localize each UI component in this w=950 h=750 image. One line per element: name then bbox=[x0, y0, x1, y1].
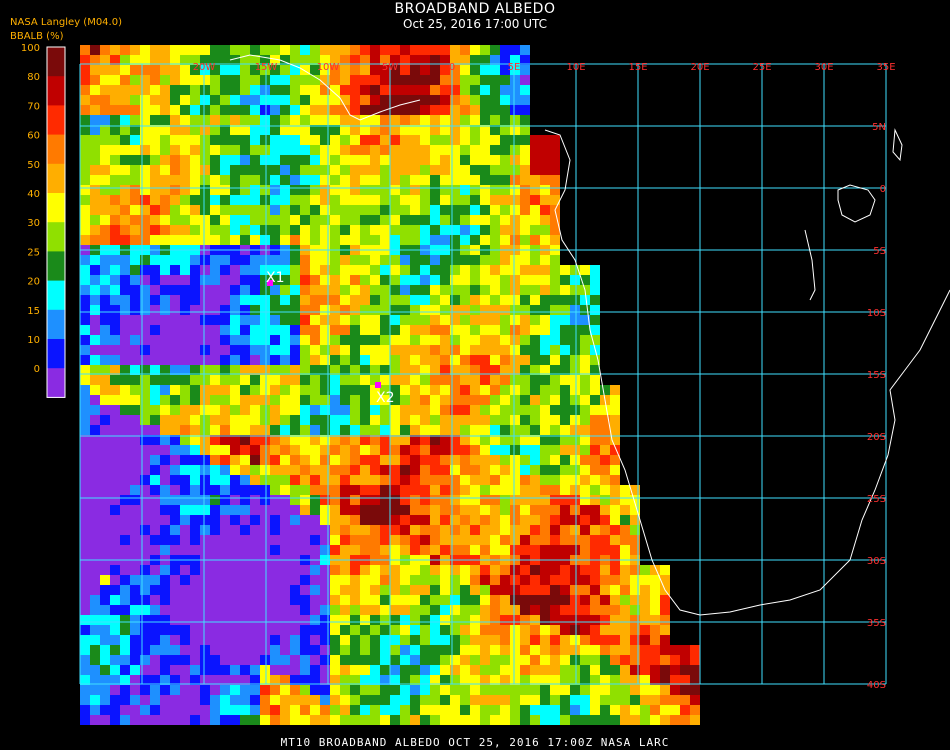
lon-label: 5E bbox=[508, 62, 521, 73]
lon-label: 10E bbox=[566, 62, 585, 73]
lat-label: 5N bbox=[872, 122, 886, 133]
marker-label: X1 bbox=[266, 270, 285, 286]
lon-label: 25E bbox=[752, 62, 771, 73]
lat-label: 0 bbox=[880, 184, 886, 195]
lat-label: 30S bbox=[867, 556, 886, 567]
lat-label: 10S bbox=[867, 308, 886, 319]
colorbar-swatch bbox=[47, 105, 65, 136]
colorbar-swatch bbox=[47, 309, 65, 340]
colorbar-swatch bbox=[47, 134, 65, 165]
colorbar-tick: 20 bbox=[27, 277, 40, 288]
colorbar-tick: 10 bbox=[27, 335, 40, 346]
colorbar-swatch bbox=[47, 76, 65, 106]
lat-label: 20S bbox=[867, 432, 886, 443]
colorbar-swatch bbox=[47, 47, 65, 77]
colorbar-swatch bbox=[47, 280, 65, 311]
colorbar-tick: 80 bbox=[27, 72, 40, 83]
colorbar-swatch bbox=[47, 251, 65, 282]
colorbar-tick: 30 bbox=[27, 218, 40, 229]
lon-label: 0 bbox=[449, 62, 455, 73]
colorbar-tick: 25 bbox=[27, 247, 40, 258]
colorbar-swatch bbox=[47, 222, 65, 252]
colorbar: 100807060504030252015100 bbox=[21, 43, 66, 398]
lat-label: 5S bbox=[873, 246, 886, 257]
lon-label: 15E bbox=[628, 62, 647, 73]
lon-label: 15W bbox=[255, 62, 278, 73]
lat-label: 35S bbox=[867, 618, 886, 629]
colorbar-swatch bbox=[47, 368, 65, 398]
lat-label: 25S bbox=[867, 494, 886, 505]
lon-label: 35E bbox=[876, 62, 895, 73]
marker-square bbox=[375, 382, 381, 388]
albedo-map: 20W 15W 10W 5W 0 5E 10E 15E 20E 25E 30E 35E 5N 0 5S 10S… bbox=[21, 43, 950, 725]
colorbar-tick: 0 bbox=[34, 364, 40, 375]
lon-label: 5W bbox=[382, 62, 398, 73]
lon-label: 10W bbox=[317, 62, 340, 73]
colorbar-swatch bbox=[47, 163, 65, 194]
colorbar-tick: 100 bbox=[21, 43, 40, 54]
colorbar-swatch bbox=[47, 193, 65, 223]
lat-label: 40S bbox=[867, 680, 886, 691]
lat-label: 15S bbox=[867, 370, 886, 381]
colorbar-tick: 15 bbox=[27, 306, 40, 317]
colorbar-swatch bbox=[47, 339, 65, 369]
colorbar-tick: 60 bbox=[27, 131, 40, 142]
footer-caption: MT10 BROADBAND ALBEDO OCT 25, 2016 17:00… bbox=[280, 736, 670, 749]
lon-label: 20W bbox=[193, 62, 216, 73]
lon-label: 30E bbox=[814, 62, 833, 73]
lon-label: 20E bbox=[690, 62, 709, 73]
colorbar-tick: 70 bbox=[27, 101, 40, 112]
colorbar-tick: 50 bbox=[27, 160, 40, 171]
marker-label: X2 bbox=[376, 390, 395, 406]
colorbar-tick: 40 bbox=[27, 189, 40, 200]
